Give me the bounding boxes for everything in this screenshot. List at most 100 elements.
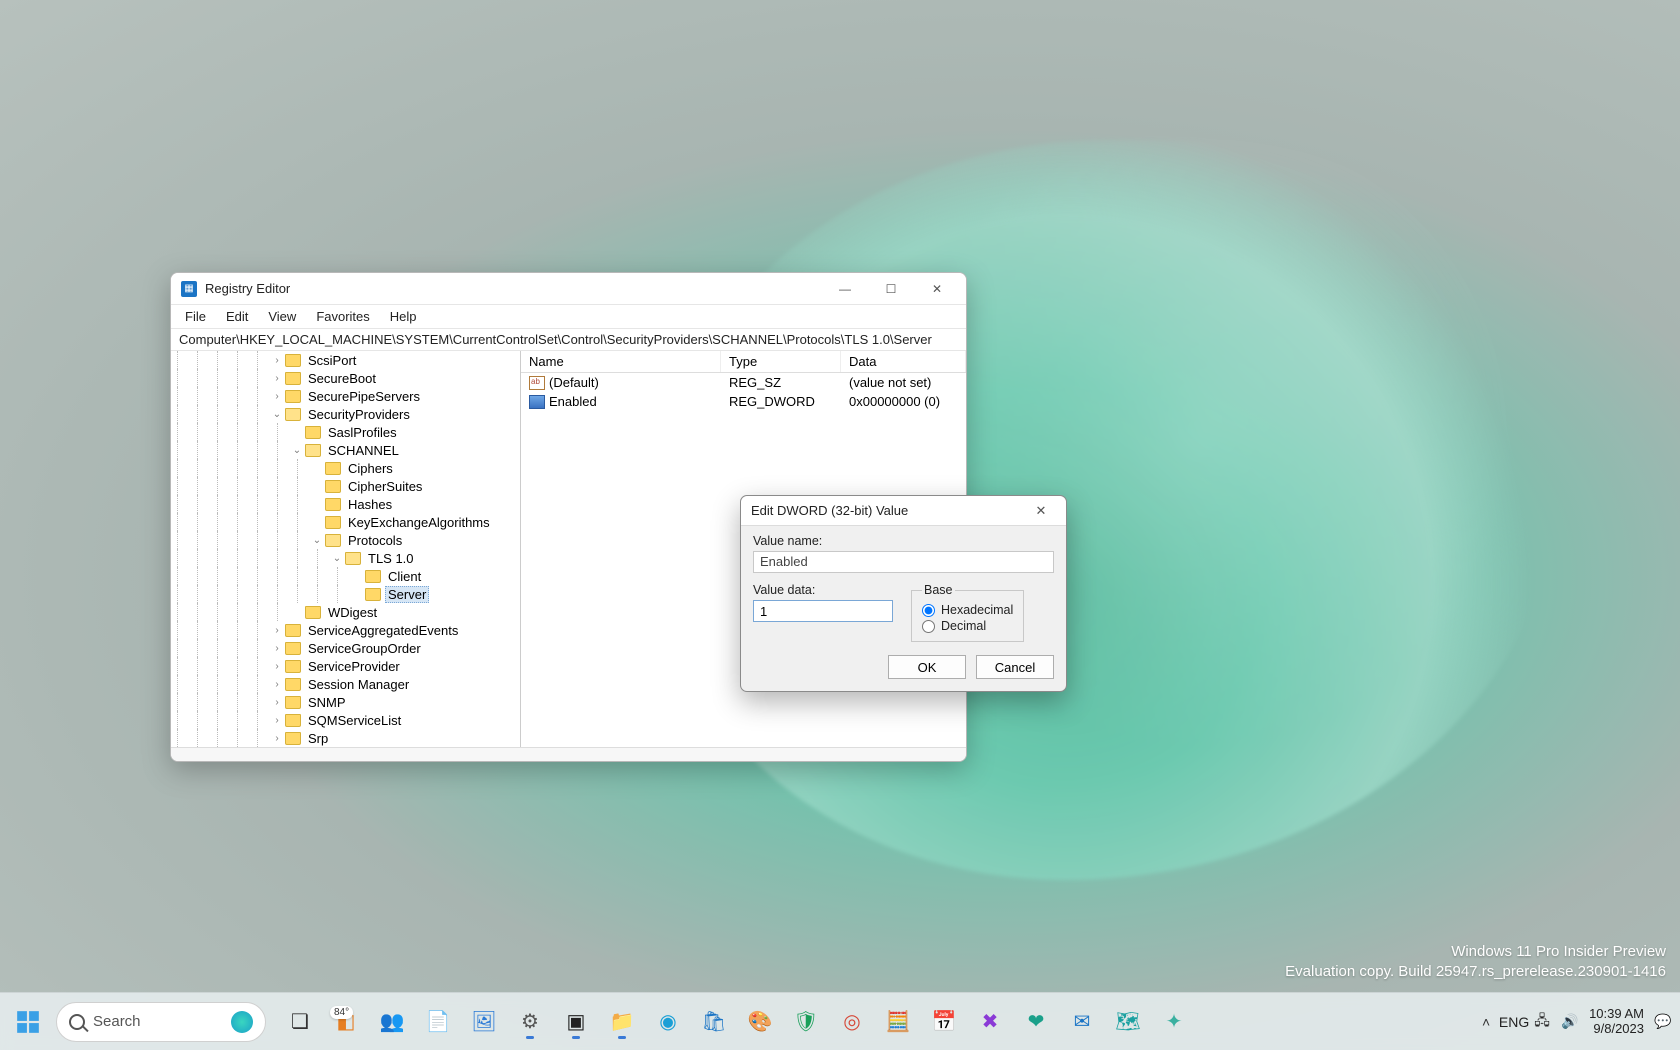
- menu-favorites[interactable]: Favorites: [312, 307, 373, 326]
- expander-icon[interactable]: ›: [271, 373, 283, 384]
- close-button[interactable]: ✕: [914, 274, 960, 304]
- col-data[interactable]: Data: [841, 351, 966, 372]
- terminal-icon[interactable]: ▣: [556, 1002, 596, 1042]
- tray-volume-icon[interactable]: 🔊: [1561, 1013, 1579, 1031]
- radio-hex[interactable]: Hexadecimal: [922, 603, 1013, 617]
- expander-icon[interactable]: ⌄: [311, 535, 323, 546]
- tree-item-srp[interactable]: ›Srp: [171, 729, 520, 747]
- tree-item-securepipeservers[interactable]: ›SecurePipeServers: [171, 387, 520, 405]
- app-icon[interactable]: ✦: [1154, 1002, 1194, 1042]
- tray-network-icon[interactable]: 🖧: [1533, 1013, 1551, 1031]
- col-name[interactable]: Name: [521, 351, 721, 372]
- expander-icon[interactable]: ›: [271, 679, 283, 690]
- cancel-button[interactable]: Cancel: [976, 655, 1054, 679]
- folder-icon: [325, 480, 341, 493]
- list-row[interactable]: EnabledREG_DWORD0x00000000 (0): [521, 392, 966, 411]
- radio-dec-input[interactable]: [922, 620, 935, 633]
- expander-icon[interactable]: ›: [271, 391, 283, 402]
- tree-item-saslprofiles[interactable]: SaslProfiles: [171, 423, 520, 441]
- start-button[interactable]: [8, 1002, 48, 1042]
- address-bar[interactable]: Computer\HKEY_LOCAL_MACHINE\SYSTEM\Curre…: [171, 329, 966, 351]
- xbox-icon[interactable]: ✖: [970, 1002, 1010, 1042]
- radio-dec[interactable]: Decimal: [922, 619, 1013, 633]
- tree-item-schannel[interactable]: ⌄SCHANNEL: [171, 441, 520, 459]
- store-icon[interactable]: 🛍: [694, 1002, 734, 1042]
- list-row[interactable]: (Default)REG_SZ(value not set): [521, 373, 966, 392]
- maximize-button[interactable]: ☐: [868, 274, 914, 304]
- folder-icon: [285, 678, 301, 691]
- expander-icon[interactable]: ›: [271, 355, 283, 366]
- expander-icon[interactable]: ›: [271, 715, 283, 726]
- tray-notifications-icon[interactable]: 💬: [1654, 1013, 1672, 1031]
- tree-item-client[interactable]: Client: [171, 567, 520, 585]
- maps-icon[interactable]: 🗺: [1108, 1002, 1148, 1042]
- task-view-icon[interactable]: ❏: [280, 1002, 320, 1042]
- teams-icon[interactable]: 👥: [372, 1002, 412, 1042]
- value-name-field[interactable]: Enabled: [753, 551, 1054, 573]
- widgets-icon[interactable]: ◧84°: [326, 1002, 366, 1042]
- calendar-icon[interactable]: 📅: [924, 1002, 964, 1042]
- tree-item-ciphersuites[interactable]: CipherSuites: [171, 477, 520, 495]
- tray-language[interactable]: ENG: [1505, 1013, 1523, 1031]
- photos-icon[interactable]: 🖼: [464, 1002, 504, 1042]
- tree-item-keyexchangealgorithms[interactable]: KeyExchangeAlgorithms: [171, 513, 520, 531]
- tree-item-securityproviders[interactable]: ⌄ SecurityProviders: [171, 405, 520, 423]
- health-icon[interactable]: ❤: [1016, 1002, 1056, 1042]
- tree-item-scsiport[interactable]: › ScsiPort: [171, 351, 520, 369]
- menu-edit[interactable]: Edit: [222, 307, 252, 326]
- window-title: Registry Editor: [205, 281, 290, 296]
- tree-item-label: ScsiPort: [305, 353, 359, 368]
- menu-file[interactable]: File: [181, 307, 210, 326]
- security-icon[interactable]: 🛡: [786, 1002, 826, 1042]
- value-name: (Default): [549, 375, 599, 390]
- folder-icon: [325, 498, 341, 511]
- calculator-icon[interactable]: 🧮: [878, 1002, 918, 1042]
- radio-hex-input[interactable]: [922, 604, 935, 617]
- edge-icon[interactable]: ◉: [648, 1002, 688, 1042]
- ok-button[interactable]: OK: [888, 655, 966, 679]
- tree-item-servicegrouporder[interactable]: ›ServiceGroupOrder: [171, 639, 520, 657]
- paint-icon[interactable]: 🎨: [740, 1002, 780, 1042]
- sticky-notes-icon[interactable]: 📄: [418, 1002, 458, 1042]
- expander-icon[interactable]: ⌄: [271, 409, 283, 420]
- titlebar[interactable]: ▦ Registry Editor — ☐ ✕: [171, 273, 966, 305]
- minimize-button[interactable]: —: [822, 274, 868, 304]
- expander-icon[interactable]: ›: [271, 733, 283, 744]
- tree-item-session-manager[interactable]: ›Session Manager: [171, 675, 520, 693]
- dialog-titlebar[interactable]: Edit DWORD (32-bit) Value ✕: [741, 496, 1066, 526]
- tray-date: 9/8/2023: [1589, 1022, 1644, 1037]
- bing-icon: [231, 1011, 253, 1033]
- tree-item-snmp[interactable]: ›SNMP: [171, 693, 520, 711]
- expander-icon[interactable]: ⌄: [291, 445, 303, 456]
- expander-icon[interactable]: ⌄: [331, 553, 343, 564]
- tree-item-server[interactable]: Server: [171, 585, 520, 603]
- tray-overflow-chevron-icon[interactable]: ˄: [1477, 1013, 1495, 1031]
- menu-view[interactable]: View: [264, 307, 300, 326]
- col-type[interactable]: Type: [721, 351, 841, 372]
- tree-item-protocols[interactable]: ⌄Protocols: [171, 531, 520, 549]
- tree-item-serviceprovider[interactable]: ›ServiceProvider: [171, 657, 520, 675]
- explorer-icon[interactable]: 📁: [602, 1002, 642, 1042]
- tree-item-hashes[interactable]: Hashes: [171, 495, 520, 513]
- tree-pane[interactable]: ›ScsiPort›SecureBoot›SecurePipeServers⌄S…: [171, 351, 521, 747]
- tree-item-tls-1-0[interactable]: ⌄TLS 1.0: [171, 549, 520, 567]
- tray-clock[interactable]: 10:39 AM 9/8/2023: [1589, 1007, 1644, 1037]
- taskbar-search[interactable]: Search: [56, 1002, 266, 1042]
- chrome-icon[interactable]: ◎: [832, 1002, 872, 1042]
- mail-icon[interactable]: ✉: [1062, 1002, 1102, 1042]
- folder-icon: [365, 570, 381, 583]
- menu-help[interactable]: Help: [386, 307, 421, 326]
- expander-icon[interactable]: ›: [271, 643, 283, 654]
- tree-item-secureboot[interactable]: ›SecureBoot: [171, 369, 520, 387]
- expander-icon[interactable]: ›: [271, 625, 283, 636]
- expander-icon[interactable]: ›: [271, 697, 283, 708]
- expander-icon[interactable]: ›: [271, 661, 283, 672]
- tree-item-label: SecurityProviders: [305, 407, 413, 422]
- tree-item-wdigest[interactable]: WDigest: [171, 603, 520, 621]
- tree-item-serviceaggregatedevents[interactable]: ›ServiceAggregatedEvents: [171, 621, 520, 639]
- tree-item-ciphers[interactable]: Ciphers: [171, 459, 520, 477]
- dialog-close-button[interactable]: ✕: [1026, 503, 1056, 519]
- tree-item-sqmservicelist[interactable]: ›SQMServiceList: [171, 711, 520, 729]
- value-data-input[interactable]: [753, 600, 893, 622]
- settings-icon[interactable]: ⚙: [510, 1002, 550, 1042]
